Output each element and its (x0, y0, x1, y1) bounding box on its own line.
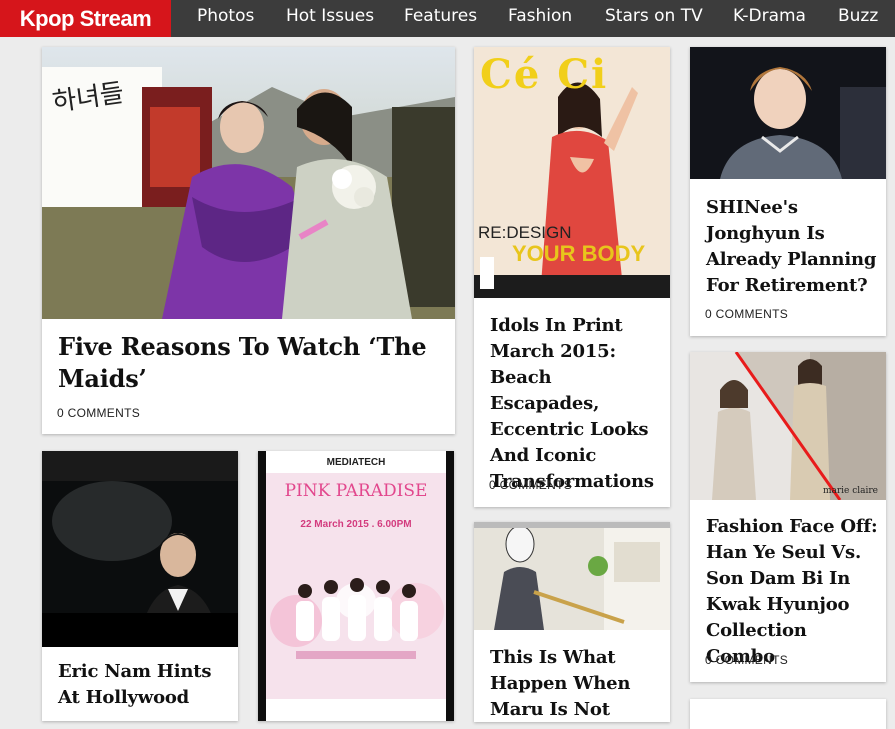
eric-nam-photo[interactable] (42, 451, 238, 647)
comments-link[interactable]: 0 COMMENTS (705, 307, 788, 321)
article-title[interactable]: Fashion Face Off: Han Ye Seul Vs. Son Da… (706, 514, 881, 670)
article-card-the-maids[interactable]: 하녀들 Five Reasons To Watch ‘The Maids’ 0 … (42, 47, 455, 434)
marie-claire-logo: marie claire (822, 486, 878, 496)
article-card-fashion-face-off[interactable]: marie claire Fashion Face Off: Han Ye Se… (690, 352, 886, 682)
magazine-logo: Cé Ci (480, 51, 609, 98)
article-title[interactable]: Five Reasons To Watch ‘The Maids’ (58, 331, 438, 395)
article-card-eric-nam[interactable]: Eric Nam Hints At Hollywood (42, 451, 238, 721)
poster-date-text: 22 March 2015 . 6.00PM (300, 519, 412, 530)
poster-sponsor-text: MEDIATECH (326, 457, 386, 468)
article-card-pink-paradise[interactable]: MEDIATECH PINK PARADISE 22 March 2015 . … (258, 451, 454, 721)
article-card-partial[interactable] (690, 699, 886, 729)
top-nav-bar: Kpop Stream Photos Hot Issues Features F… (0, 0, 895, 37)
comments-link[interactable]: 0 COMMENTS (57, 406, 140, 420)
poster-title-text: PINK PARADISE (284, 481, 428, 501)
magazine-redesign-text: RE:DESIGN (478, 223, 572, 242)
fashion-faceoff-photo[interactable]: marie claire (690, 352, 886, 500)
jonghyun-photo[interactable] (690, 47, 886, 179)
meme-photo[interactable] (474, 522, 670, 630)
magazine-body-text: YOUR BODY (512, 241, 646, 266)
nav-item-fashion[interactable]: Fashion (508, 0, 572, 37)
magazine-cover-photo[interactable]: Cé Ci RE:DESIGN YOUR BODY (474, 47, 670, 298)
comments-link[interactable]: 0 COMMENTS (489, 478, 572, 492)
site-logo[interactable]: Kpop Stream (0, 0, 171, 37)
fashion-faceoff-image (690, 352, 886, 500)
nav-item-k-drama[interactable]: K-Drama (733, 0, 806, 37)
nav-item-stars-on-tv[interactable]: Stars on TV (605, 0, 703, 37)
comments-link[interactable]: 0 COMMENTS (705, 653, 788, 667)
jonghyun-image (690, 47, 886, 179)
eric-nam-image (42, 451, 238, 647)
article-title[interactable]: Idols In Print March 2015: Beach Escapad… (490, 313, 665, 495)
article-card-jonghyun[interactable]: SHINee's Jonghyun Is Already Planning Fo… (690, 47, 886, 336)
article-title[interactable]: Eric Nam Hints At Hollywood (58, 659, 233, 711)
article-title[interactable]: SHINee's Jonghyun Is Already Planning Fo… (706, 195, 881, 299)
nav-item-hot-issues[interactable]: Hot Issues (286, 0, 374, 37)
meme-image (474, 522, 670, 630)
article-card-maru-meme[interactable]: This Is What Happen When Maru Is Not (474, 522, 670, 722)
nav-item-features[interactable]: Features (404, 0, 477, 37)
article-title[interactable]: This Is What Happen When Maru Is Not (490, 645, 665, 722)
nav-item-buzz[interactable]: Buzz (838, 0, 878, 37)
article-card-idols-in-print[interactable]: Cé Ci RE:DESIGN YOUR BODY Idols In Print… (474, 47, 670, 507)
pink-paradise-poster[interactable]: MEDIATECH PINK PARADISE 22 March 2015 . … (266, 451, 446, 721)
drama-couple-photo[interactable]: 하녀들 (42, 47, 455, 319)
nav-item-photos[interactable]: Photos (197, 0, 254, 37)
